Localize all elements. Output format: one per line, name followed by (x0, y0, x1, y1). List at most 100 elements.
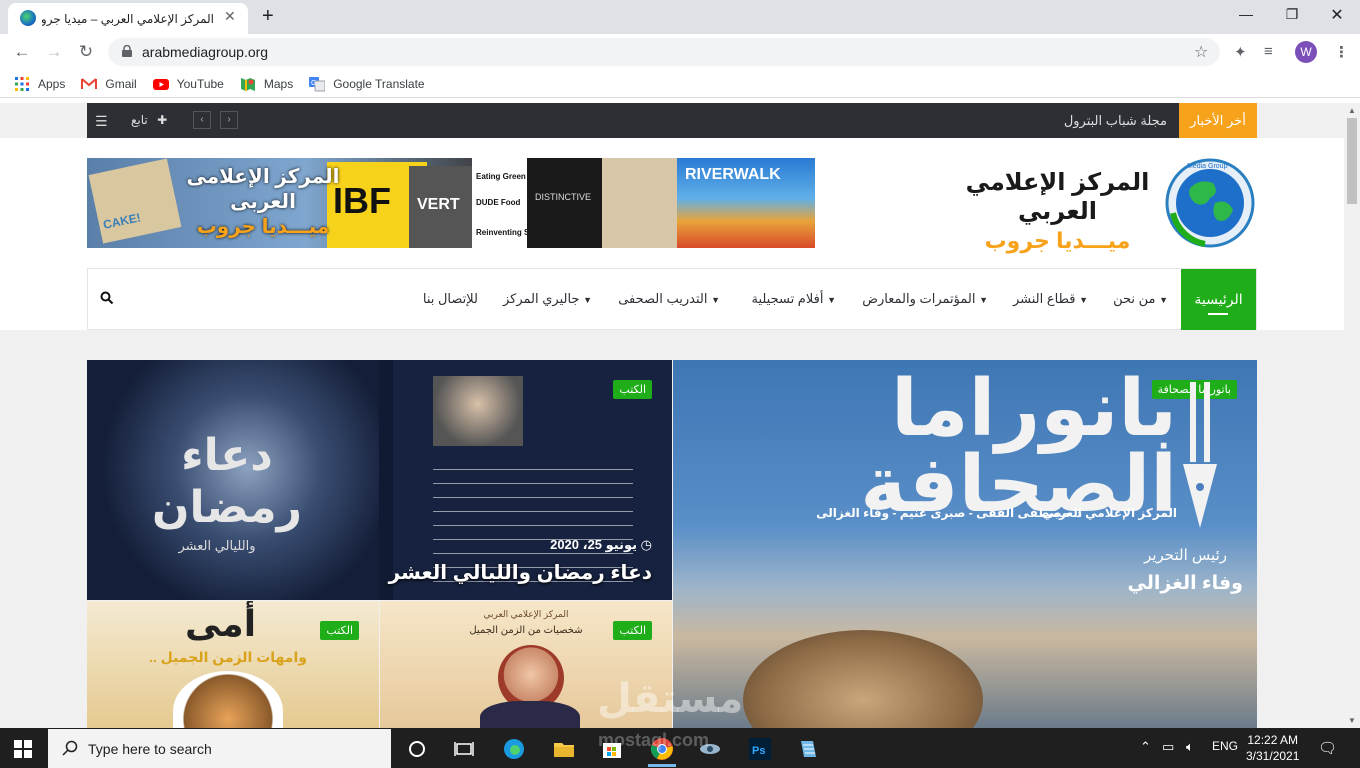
news-ticker-link[interactable]: مجلة شباب البترول (1064, 103, 1167, 138)
url-text[interactable]: arabmediagroup.org (142, 44, 268, 60)
breaking-news-label: أخر الأخبار (1179, 103, 1257, 138)
menu-kebab-icon[interactable]: ⋮ (1334, 43, 1349, 61)
reload-icon[interactable]: ↻ (76, 42, 96, 62)
bookmark-youtube[interactable]: YouTube (152, 76, 224, 92)
post-date: يونيو 25، 2020 (550, 537, 638, 552)
web-page: أخر الأخبار مجلة شباب البترول ☰ تابع ✚ ‹… (0, 103, 1344, 728)
chevron-down-icon: ▼ (1159, 295, 1168, 305)
bookmark-label: Maps (263, 76, 294, 91)
gmail-icon (81, 77, 98, 89)
cake-magazine-image: CAKE! (88, 158, 182, 244)
ramadan-cover-image: دعاء رمضان والليالي العشر (87, 360, 379, 600)
windows-start-icon[interactable] (14, 740, 32, 758)
cover-subtitle: .. وامهات الزمن الجميل (149, 649, 307, 665)
cortana-icon[interactable] (405, 737, 429, 761)
ticker-prev-icon[interactable]: ‹ (193, 111, 211, 129)
search-icon[interactable] (100, 291, 114, 305)
mother-illustration (173, 671, 283, 728)
vert-magazine-image: VERT (409, 166, 475, 248)
nav-about[interactable]: من نحن ▼ (1113, 269, 1168, 330)
logo-text: المركز الإعلامي العربي ميـــديا جروب (955, 168, 1160, 254)
globe-logo-icon: Media Group (1165, 158, 1255, 248)
featured-big-card[interactable]: باتوراما الصحافة بانوراما الصحافة المركز… (673, 360, 1257, 728)
back-icon[interactable]: ← (12, 42, 32, 62)
plus-icon: ✚ (157, 113, 168, 127)
merri-magazine-image (602, 158, 682, 248)
nav-documentaries[interactable]: أفلام تسجيلية ▼ (751, 269, 836, 330)
featured-top-card[interactable]: دعاء رمضان والليالي العشر الكتب يونيو 25… (87, 360, 672, 600)
ticker-next-icon[interactable]: › (220, 111, 238, 129)
active-indicator (1208, 313, 1228, 315)
cover-title: دعاء رمضان (151, 431, 302, 532)
ad-banner[interactable]: CAKE! IBF VERT Eating Green DUDE Food Re… (87, 158, 815, 248)
close-window-icon[interactable]: ✕ (1327, 5, 1347, 25)
chevron-down-icon: ▼ (1079, 295, 1088, 305)
notepad-icon[interactable] (796, 737, 820, 761)
featured-grid: باتوراما الصحافة بانوراما الصحافة المركز… (87, 360, 1257, 728)
nav-gallery[interactable]: جاليري المركز ▼ (503, 269, 592, 330)
task-view-icon[interactable] (452, 737, 476, 761)
post-date-row: يونيو 25، 2020 ◷ (550, 537, 652, 553)
new-tab-icon[interactable]: + (262, 5, 274, 28)
follow-label: تابع (131, 113, 148, 127)
close-tab-icon[interactable]: ✕ (224, 8, 236, 25)
nav-label: المؤتمرات والمعارض (862, 291, 976, 306)
post-headline[interactable]: دعاء رمضان والليالي العشر (389, 560, 652, 585)
edge-icon[interactable] (502, 737, 526, 761)
media-control-icon[interactable]: ≡ (1264, 43, 1273, 60)
address-bar[interactable] (108, 38, 1220, 66)
search-icon (62, 740, 78, 756)
file-explorer-icon[interactable] (552, 737, 576, 761)
bookmark-maps[interactable]: Maps (240, 76, 293, 92)
nav-training[interactable]: التدريب الصحفى ▼ (618, 269, 720, 330)
nav-label: التدريب الصحفى (618, 291, 708, 306)
tab-title: المركز الإعلامي العربي – ميديا جروب (42, 11, 214, 26)
scroll-up-icon[interactable]: ▲ (1348, 106, 1356, 115)
hamburger-menu-icon[interactable]: ☰ (95, 113, 108, 130)
nav-label: جاليري المركز (502, 291, 580, 306)
category-badge[interactable]: الكتب (320, 621, 359, 640)
scroll-down-icon[interactable]: ▼ (1348, 716, 1356, 725)
nav-publishing[interactable]: قطاع النشر ▼ (1013, 269, 1088, 330)
volume-icon[interactable]: 🔈︎ (1186, 739, 1194, 755)
notifications-icon[interactable]: 🗨︎ (1318, 739, 1337, 757)
svg-text:G: G (311, 80, 316, 87)
ad-subtitle: ميـــديا جروب (196, 216, 330, 238)
bookmark-translate[interactable]: G Google Translate (309, 76, 425, 92)
bookmark-apps[interactable]: Apps (14, 76, 65, 92)
restore-icon[interactable]: ❐ (1282, 6, 1302, 23)
language-indicator[interactable]: ENG (1212, 739, 1238, 753)
chevron-down-icon: ▼ (583, 295, 592, 305)
bookmark-gmail[interactable]: Gmail (81, 76, 137, 92)
scrollbar-thumb[interactable] (1347, 118, 1357, 204)
chevron-down-icon: ▼ (827, 295, 836, 305)
nav-conferences[interactable]: المؤتمرات والمعارض ▼ (862, 269, 988, 330)
main-navigation: الرئيسية من نحن ▼ قطاع النشر ▼ المؤتمرات… (87, 268, 1257, 330)
bookmark-label: Apps (38, 76, 66, 91)
editor-name: وفاء الغزالي (1127, 573, 1243, 594)
photoshop-icon[interactable]: Ps (748, 737, 772, 761)
category-badge[interactable]: الكتب (613, 621, 652, 640)
bookmark-star-icon[interactable]: ☆ (1194, 42, 1208, 62)
follow-button[interactable]: تابع ✚ (131, 113, 167, 127)
profile-avatar[interactable]: W (1295, 41, 1317, 63)
network-icon[interactable]: ▭ (1162, 739, 1174, 755)
browser-tab[interactable]: المركز الإعلامي العربي – ميديا جروب (8, 3, 248, 34)
portrait-shoulders (480, 701, 580, 728)
site-logo[interactable]: المركز الإعلامي العربي ميـــديا جروب Med… (955, 158, 1255, 253)
nav-home[interactable]: الرئيسية (1181, 269, 1256, 330)
taskbar-search-box[interactable]: Type here to search (48, 729, 391, 768)
extensions-icon[interactable]: ✦ (1234, 43, 1247, 61)
cover-title: بانوراما الصحافة (860, 364, 1177, 528)
show-hidden-icons-icon[interactable]: ⌃ (1140, 739, 1151, 755)
editor-label: رئيس التحرير (1144, 547, 1227, 564)
forward-icon[interactable]: → (44, 42, 64, 62)
category-badge[interactable]: الكتب (613, 380, 652, 399)
nav-contact[interactable]: للإتصال بنا (423, 269, 478, 330)
minimize-icon[interactable]: — (1236, 6, 1256, 22)
featured-bottom-left-card[interactable]: أمى .. وامهات الزمن الجميل الكتب (87, 601, 379, 728)
nav-label: من نحن (1113, 291, 1156, 306)
site-header: CAKE! IBF VERT Eating Green DUDE Food Re… (0, 138, 1344, 330)
chevron-down-icon: ▼ (711, 295, 720, 305)
clock[interactable]: 12:22 AM 3/31/2021 (1246, 732, 1299, 764)
